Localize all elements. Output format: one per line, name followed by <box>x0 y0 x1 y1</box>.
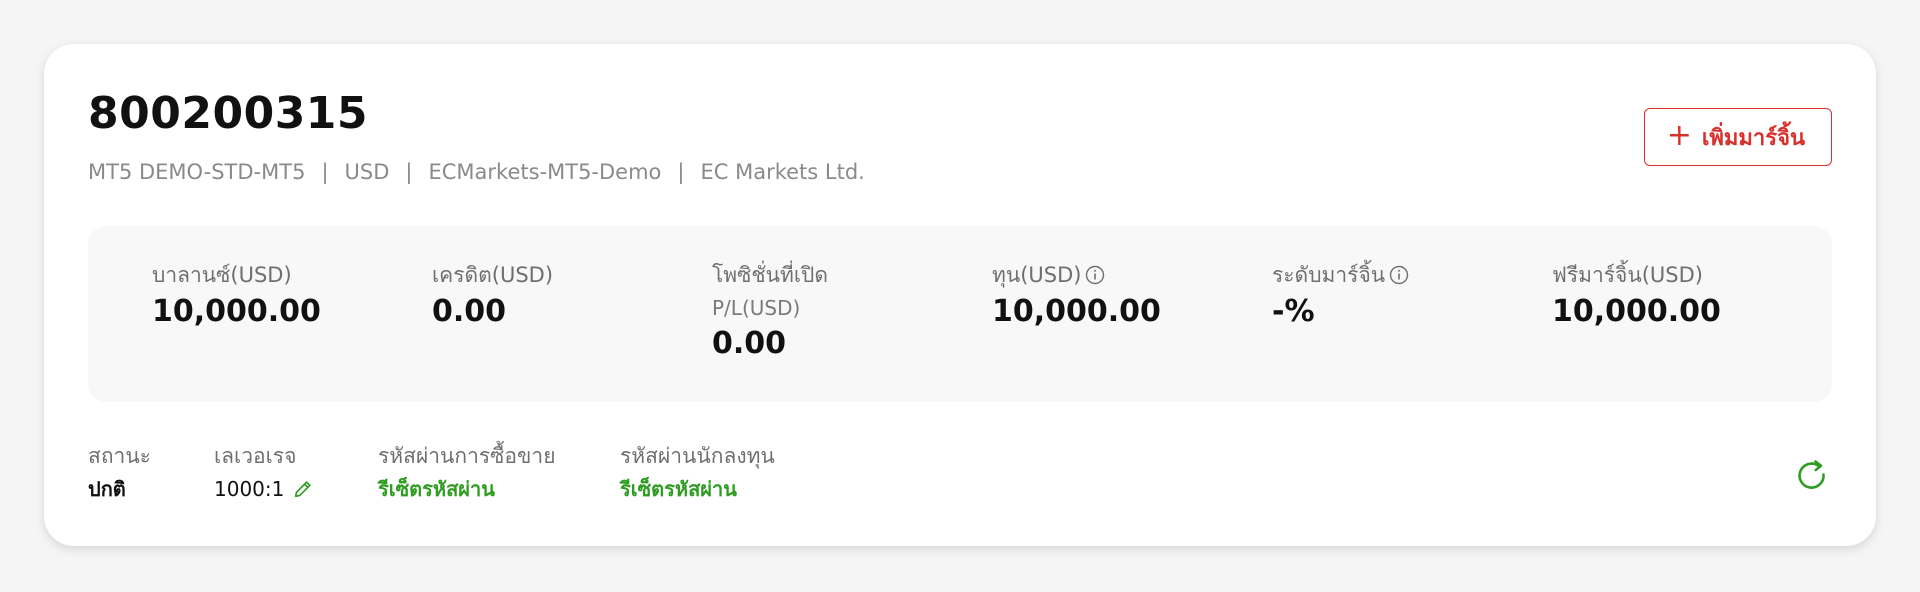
reset-investor-password-link[interactable]: รีเซ็ตรหัสผ่าน <box>620 477 775 501</box>
add-margin-button[interactable]: + เพิ่มมาร์จิ้น <box>1643 108 1832 166</box>
info-icon[interactable] <box>1389 265 1409 285</box>
status-value: ปกติ <box>88 477 126 502</box>
account-currency: USD <box>344 160 390 184</box>
account-server: ECMarkets-MT5-Demo <box>428 160 662 184</box>
stat-open-positions: โพซิชั่นที่เปิด P/L(USD) 0.00 <box>712 262 972 362</box>
add-margin-label: เพิ่มมาร์จิ้น <box>1701 125 1805 151</box>
stat-value: 10,000.00 <box>992 294 1161 330</box>
stat-value: 10,000.00 <box>1552 294 1721 330</box>
stat-label: เครดิต(USD) <box>432 262 692 288</box>
stat-value: -% <box>1272 294 1315 330</box>
account-number: 800200315 <box>88 88 369 139</box>
detail-label: เลเวอเรจ <box>214 444 297 468</box>
stat-sublabel: P/L(USD) <box>712 296 801 321</box>
stat-label-text: โพซิชั่นที่เปิด <box>712 263 828 287</box>
stat-label: ฟรีมาร์จิ้น(USD) <box>1552 262 1812 288</box>
stat-credit: เครดิต(USD) 0.00 <box>432 262 692 330</box>
stat-label: บาลานซ์(USD) <box>152 262 412 288</box>
stat-label: โพซิชั่นที่เปิด <box>712 262 972 288</box>
account-card: 800200315 MT5 DEMO-STD-MT5 | USD | ECMar… <box>44 44 1876 546</box>
stat-balance: บาลานซ์(USD) 10,000.00 <box>152 262 412 330</box>
stat-value: 0.00 <box>432 294 507 330</box>
stat-label-text: เครดิต(USD) <box>432 263 554 287</box>
detail-label: สถานะ <box>88 444 151 468</box>
account-type: MT5 DEMO-STD-MT5 <box>88 160 306 184</box>
account-company: EC Markets Ltd. <box>700 160 865 184</box>
stat-free-margin: ฟรีมาร์จิ้น(USD) 10,000.00 <box>1552 262 1812 330</box>
account-meta: MT5 DEMO-STD-MT5 | USD | ECMarkets-MT5-D… <box>88 160 865 184</box>
pencil-icon[interactable] <box>292 478 314 500</box>
detail-label: รหัสผ่านการซื้อขาย <box>378 444 556 468</box>
detail-leverage: เลเวอเรจ 1000:1 <box>214 444 314 501</box>
detail-trading-password: รหัสผ่านการซื้อขาย รีเซ็ตรหัสผ่าน <box>378 444 556 501</box>
detail-label: รหัสผ่านนักลงทุน <box>620 444 775 468</box>
stat-value: 0.00 <box>712 326 787 362</box>
refresh-button[interactable] <box>1792 456 1832 496</box>
stat-label-text: ฟรีมาร์จิ้น(USD) <box>1552 263 1703 287</box>
stat-value: 10,000.00 <box>152 294 321 330</box>
leverage-value-row: 1000:1 <box>214 477 314 501</box>
meta-separator: | <box>677 160 685 184</box>
plus-icon: + <box>1666 117 1692 153</box>
meta-separator: | <box>321 160 329 184</box>
stats-panel: บาลานซ์(USD) 10,000.00 เครดิต(USD) 0.00 … <box>88 226 1832 402</box>
stat-margin-level: ระดับมาร์จิ้น -% <box>1272 262 1532 330</box>
stat-equity: ทุน(USD) 10,000.00 <box>992 262 1252 330</box>
info-icon[interactable] <box>1085 265 1105 285</box>
stat-label: ทุน(USD) <box>992 262 1252 288</box>
detail-status: สถานะ ปกติ <box>88 444 151 501</box>
stat-label-text: ทุน(USD) <box>992 263 1082 287</box>
stat-label: ระดับมาร์จิ้น <box>1272 262 1532 288</box>
detail-investor-password: รหัสผ่านนักลงทุน รีเซ็ตรหัสผ่าน <box>620 444 775 501</box>
leverage-value: 1000:1 <box>214 477 285 502</box>
stat-label-text: บาลานซ์(USD) <box>152 263 292 287</box>
meta-separator: | <box>405 160 413 184</box>
refresh-icon <box>1798 460 1825 489</box>
reset-trading-password-link[interactable]: รีเซ็ตรหัสผ่าน <box>378 477 556 501</box>
stat-label-text: ระดับมาร์จิ้น <box>1272 263 1386 287</box>
